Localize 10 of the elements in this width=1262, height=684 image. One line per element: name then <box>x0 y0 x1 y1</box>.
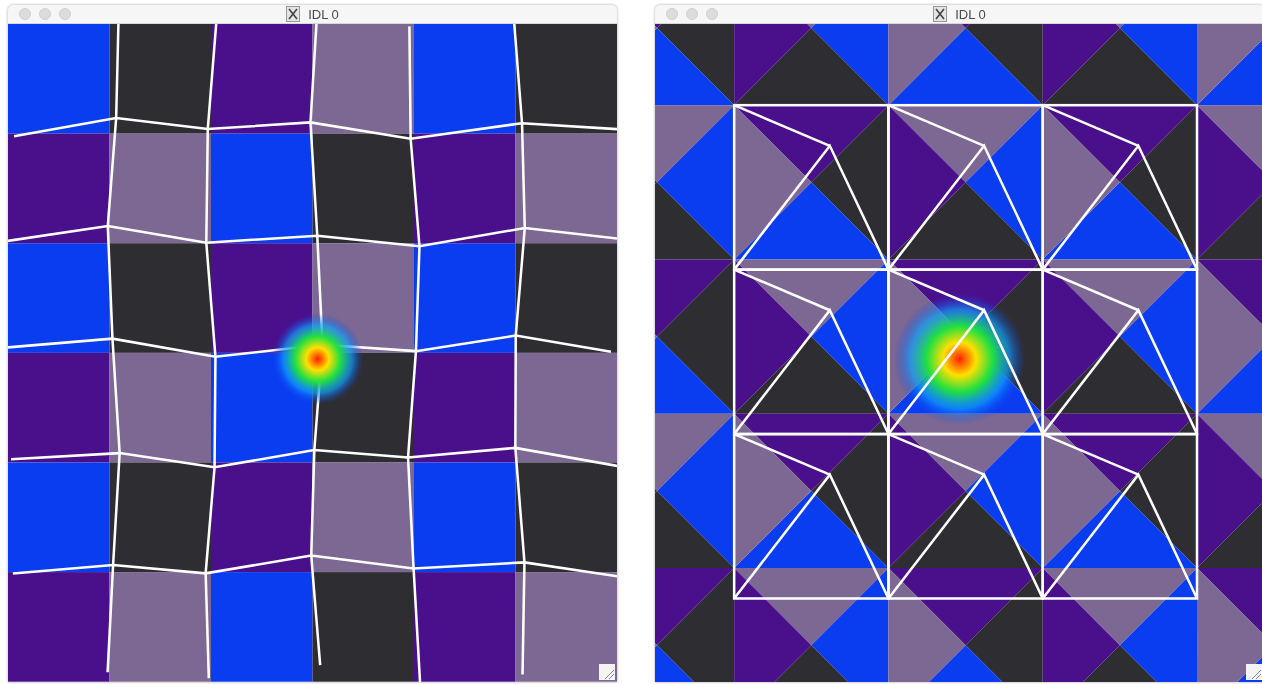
minimize-button[interactable] <box>39 8 51 21</box>
close-button[interactable] <box>666 8 678 21</box>
minimize-button[interactable] <box>686 8 698 21</box>
window-title: IDL 0 <box>955 6 986 22</box>
zoom-button[interactable] <box>59 8 71 21</box>
window-title: IDL 0 <box>308 6 339 22</box>
resize-grip-icon[interactable] <box>1246 664 1262 680</box>
resize-grip-icon[interactable] <box>599 664 615 680</box>
zoom-button[interactable] <box>706 8 718 21</box>
close-button[interactable] <box>19 8 31 21</box>
